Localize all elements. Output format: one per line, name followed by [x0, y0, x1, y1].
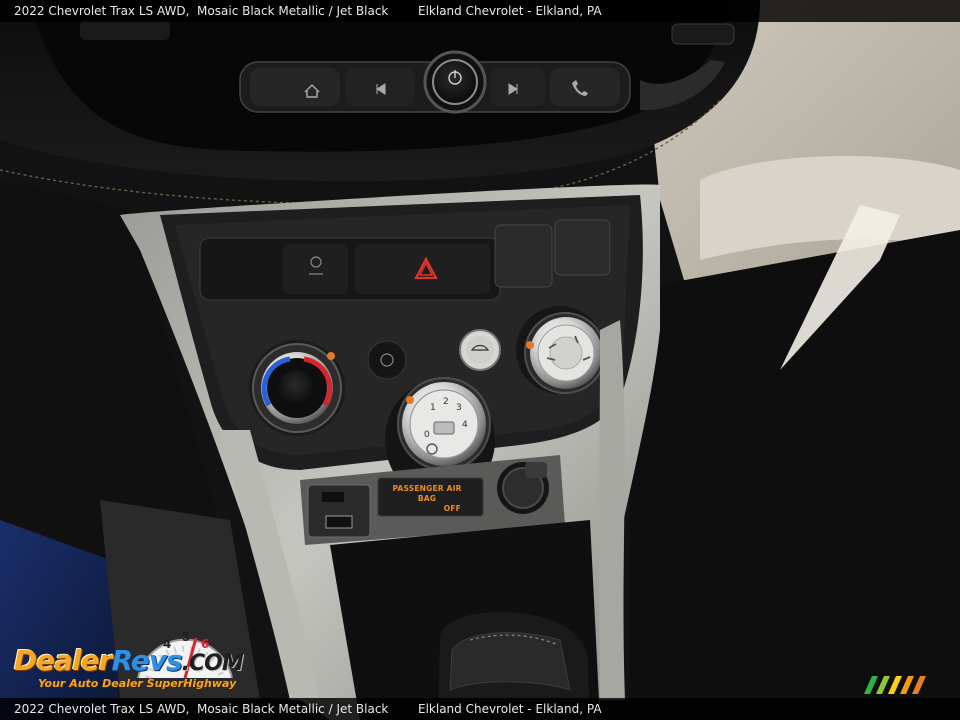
passenger-airbag-label: PASSENGER AIR BAG OFF: [387, 484, 467, 514]
fan-label-0: 0: [424, 430, 430, 440]
brand-part2: Revs: [111, 644, 183, 677]
watermark-brand: DealerRevs.COM: [14, 644, 244, 677]
caption-bar-top: 2022 Chevrolet Trax LS AWD, Mosaic Black…: [0, 0, 960, 22]
caption-vehicle-bottom: 2022 Chevrolet Trax LS AWD, Mosaic Black…: [14, 702, 389, 716]
dealerrevs-watermark: 4 5 6 DealerRevs.COM Your Auto Dealer Su…: [10, 622, 270, 696]
console-scene: 0 1 2 3 4: [0, 0, 960, 720]
airbag-line1: PASSENGER AIR BAG: [392, 484, 462, 503]
brand-part1: Dealer: [14, 644, 113, 677]
airbag-line2: OFF: [443, 504, 461, 513]
caption-vehicle: 2022 Chevrolet Trax LS AWD, Mosaic Black…: [14, 4, 389, 18]
fan-label-2: 2: [443, 397, 449, 407]
dashboard-photo: 0 1 2 3 4 PASSENGER AIR BAG OFF 4 5 6 De…: [0, 0, 960, 720]
fan-label-4: 4: [462, 420, 468, 430]
speedo-digit-5: 5: [182, 630, 190, 644]
caption-bar-bottom: 2022 Chevrolet Trax LS AWD, Mosaic Black…: [0, 698, 960, 720]
fan-label-1: 1: [430, 403, 436, 413]
stripes-logo-icon: [864, 676, 926, 694]
caption-dealer: Elkland Chevrolet - Elkland, PA: [418, 4, 602, 18]
watermark-tagline: Your Auto Dealer SuperHighway: [38, 677, 237, 690]
fan-label-3: 3: [456, 403, 462, 413]
brand-part3: .COM: [181, 651, 244, 676]
caption-dealer-bottom: Elkland Chevrolet - Elkland, PA: [418, 702, 602, 716]
